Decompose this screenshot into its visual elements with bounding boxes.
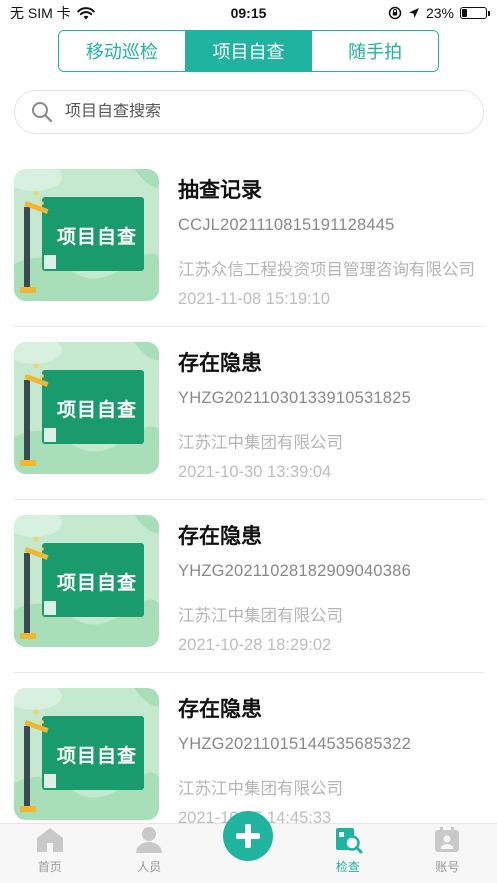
nav-inspect-label: 检查 <box>335 860 360 874</box>
record-thumbnail: 项目自查 <box>14 515 159 647</box>
nav-home[interactable]: 首页 <box>0 824 99 883</box>
home-icon <box>36 828 63 852</box>
record-company: 江苏江中集团有限公司 <box>178 434 343 452</box>
account-icon <box>435 827 460 852</box>
record-company: 江苏江中集团有限公司 <box>178 780 343 798</box>
battery-percent: 23% <box>425 5 454 21</box>
search-input[interactable] <box>65 103 465 121</box>
record-date: 2021-11-08 15:19:10 <box>178 290 330 308</box>
record-title: 抽查记录 <box>178 179 262 202</box>
record-company: 江苏江中集团有限公司 <box>178 607 343 625</box>
nav-people-label: 人员 <box>137 860 162 874</box>
location-arrow-icon <box>408 8 419 18</box>
tab-mobile-patrol[interactable]: 移动巡检 <box>59 31 186 71</box>
add-button[interactable] <box>223 811 273 861</box>
list-item[interactable]: 项目自查 存在隐患 YHZG2021103013391053182​5 江苏江中… <box>14 327 485 500</box>
record-list: 项目自查 抽查记录 CCJL2021110815191128445 江苏众信工程… <box>0 154 497 846</box>
record-code: YHZG2021103013391053182​5 <box>178 389 411 407</box>
search-bar[interactable] <box>14 90 484 134</box>
record-title: 存在隐患 <box>178 698 262 721</box>
record-title: 存在隐患 <box>178 352 262 375</box>
wifi-icon <box>76 6 95 19</box>
orientation-lock-icon <box>388 6 402 20</box>
thumbnail-label: 项目自查 <box>56 573 137 594</box>
status-bar: 无 SIM 卡 09:15 23% <box>0 0 497 26</box>
record-thumbnail: 项目自查 <box>14 688 159 820</box>
record-thumbnail: 项目自查 <box>14 342 159 474</box>
battery-icon <box>460 7 490 19</box>
thumbnail-label: 项目自查 <box>56 227 137 248</box>
record-code: CCJL2021110815191128445 <box>178 216 395 234</box>
nav-people[interactable]: 人员 <box>99 824 198 883</box>
segmented-tabs: 移动巡检 项目自查 随手拍 <box>58 30 439 72</box>
nav-account[interactable]: 账号 <box>398 824 497 883</box>
nav-inspect[interactable]: 检查 <box>298 824 397 883</box>
list-item[interactable]: 项目自查 抽查记录 CCJL2021110815191128445 江苏众信工程… <box>14 154 485 327</box>
search-icon <box>32 102 53 123</box>
nav-account-label: 账号 <box>435 860 460 874</box>
battery-level <box>462 9 468 17</box>
record-code: YHZG2021102818290904038​6 <box>178 562 411 580</box>
carrier-label: 无 SIM 卡 <box>10 5 71 21</box>
person-icon <box>136 827 163 853</box>
tab-project-self-check[interactable]: 项目自查 <box>185 31 313 71</box>
record-date: 2021-10-30 13:39:04 <box>178 463 332 481</box>
record-title: 存在隐患 <box>178 525 262 548</box>
record-thumbnail: 项目自查 <box>14 169 159 301</box>
record-company: 江苏众信工程投资项目管理咨询有限公司 <box>178 261 475 279</box>
list-item[interactable]: 项目自查 存在隐患 YHZG2021102818290904038​6 江苏江中… <box>14 500 485 673</box>
status-right: 23% <box>388 5 490 21</box>
status-left: 无 SIM 卡 <box>10 3 95 23</box>
record-code: YHZG2021101514453568532​2 <box>178 735 411 753</box>
thumbnail-label: 项目自查 <box>56 746 137 767</box>
plus-icon <box>236 824 260 848</box>
nav-home-label: 首页 <box>37 860 62 874</box>
inspect-icon <box>335 828 363 854</box>
record-date: 2021-10-28 18:29:02 <box>178 636 332 654</box>
tab-snapshot[interactable]: 随手拍 <box>312 31 438 71</box>
thumbnail-label: 项目自查 <box>56 400 137 421</box>
